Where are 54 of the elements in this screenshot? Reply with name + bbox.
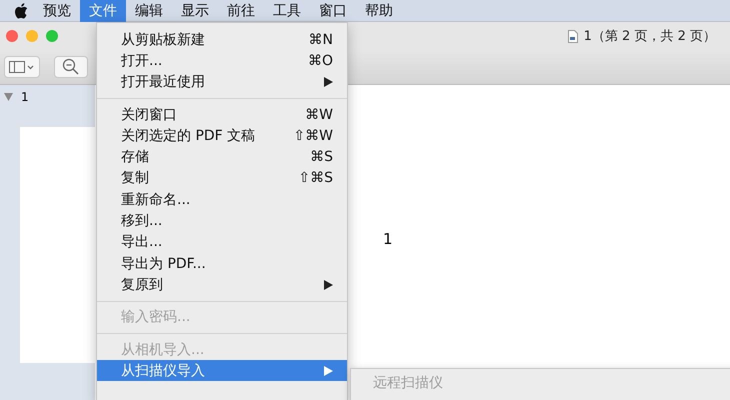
menu-item[interactable]: 重新命名... (97, 189, 347, 210)
menu-item-label: 关闭窗口 (121, 106, 178, 124)
zoom-out-icon (62, 58, 80, 76)
menu-item[interactable]: 从剪贴板新建 ⌘N (97, 29, 347, 50)
menu-item[interactable]: 导出... (97, 232, 347, 253)
menu-item-label: 打开最近使用 (121, 73, 206, 92)
menu-bar-item[interactable]: 窗口 (310, 0, 356, 22)
menu-item-label: 复制 (121, 169, 150, 188)
shortcut-label: ⌘N (308, 32, 333, 48)
sidebar-icon (9, 60, 35, 74)
menu-bar-item[interactable]: 显示 (172, 0, 218, 22)
menu-item-label: 复原到 (121, 276, 164, 294)
menu-item[interactable]: 从扫描仪导入 (97, 360, 347, 382)
menu-item-label: 重新命名... (121, 190, 192, 209)
menu-bar-item[interactable]: 前往 (218, 0, 264, 22)
close-button[interactable] (6, 30, 18, 42)
zoom-button[interactable] (46, 30, 58, 42)
menu-item[interactable]: 移到... (97, 210, 347, 232)
menu-bar-item[interactable]: 预览 (34, 0, 80, 22)
menu-item[interactable]: 导出为 PDF... (97, 252, 347, 274)
menu-item-label: 输入密码... (121, 308, 192, 326)
zoom-out-button[interactable] (54, 56, 88, 78)
menu-item[interactable]: 存储 ⌘S (97, 146, 347, 168)
window-title: 1（第 2 页，共 2 页） (584, 28, 716, 45)
apple-logo-icon[interactable] (14, 2, 28, 18)
document-icon (568, 30, 578, 42)
menu-item-label: 移到... (121, 212, 164, 230)
sidebar-item[interactable]: 1 (21, 90, 29, 104)
menu-item-label: 导出... (121, 233, 164, 252)
menu-bar-item[interactable]: 编辑 (126, 0, 172, 22)
menu-item[interactable]: 打开最近使用 (97, 72, 347, 93)
shortcut-label: ⌘W (305, 106, 333, 123)
menu-item[interactable]: 复制 ⇧⌘S (97, 168, 347, 190)
menu-bar-item[interactable]: 工具 (264, 0, 310, 22)
shortcut-label: ⇧⌘S (298, 170, 333, 186)
menu-item-label: 导出为 PDF... (121, 254, 207, 273)
menu-item-label: 从扫描仪导入 (121, 362, 206, 380)
menu-item-label: 从剪贴板新建 (121, 30, 206, 49)
shortcut-label: ⌘S (310, 149, 333, 166)
page-thumbnail[interactable] (20, 127, 95, 363)
menu-item[interactable]: 关闭选定的 PDF 文稿 ⇧⌘W (97, 125, 347, 146)
page-text: 1 (383, 230, 393, 248)
menu-item-label: 关闭选定的 PDF 文稿 (121, 126, 256, 145)
shortcut-label: ⌘O (308, 52, 333, 69)
menu-item-label: 打开... (121, 52, 164, 70)
menu-bar-item[interactable]: 文件 (80, 0, 126, 22)
menu-item-label: 从相机导入... (121, 340, 206, 358)
menu-item-label: 存储 (121, 148, 150, 166)
sidebar-toggle-button[interactable] (4, 56, 40, 78)
menu-item[interactable]: 关闭窗口 ⌘W (97, 104, 347, 126)
menu-bar-item[interactable]: 帮助 (356, 0, 402, 22)
menu-item[interactable]: 复原到 (97, 274, 347, 296)
disclosure-triangle-expanded-icon[interactable] (4, 93, 13, 101)
shortcut-label: ⇧⌘W (293, 128, 333, 144)
